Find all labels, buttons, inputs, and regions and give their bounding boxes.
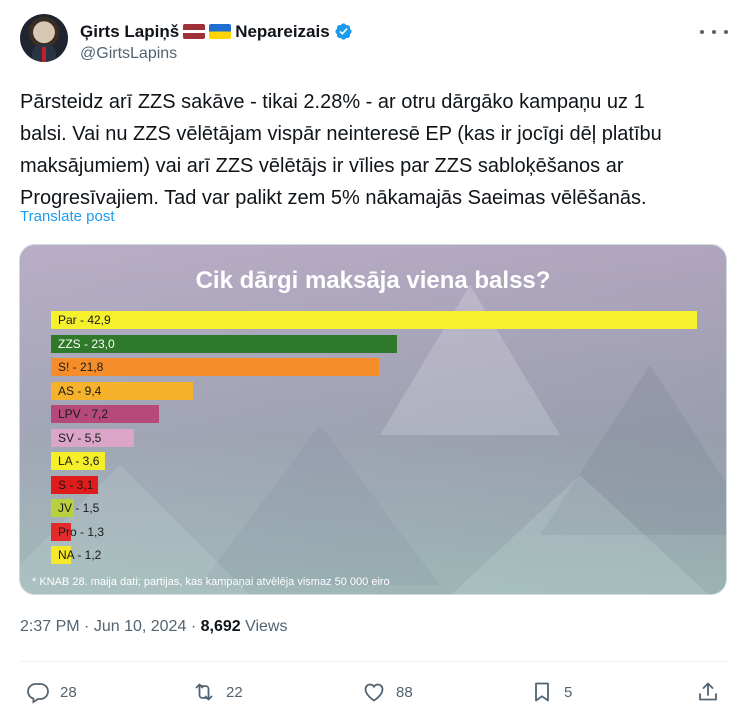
- like-icon: [364, 683, 384, 702]
- bar-as: AS - 9,4: [51, 381, 193, 400]
- bar-label: NA - 1,2: [58, 548, 102, 562]
- meta-separator: ·: [190, 618, 201, 635]
- bar-label: S - 3,1: [58, 477, 94, 492]
- meta-separator: ·: [84, 618, 94, 635]
- tweet-meta: 2:37 PM · Jun 10, 2024 · 8,692 Views: [20, 618, 287, 636]
- author-block: Ģirts Lapiņš Nepareizais @GirtsLapins: [80, 14, 353, 70]
- tweet-text: Pārsteidz arī ZZS sakāve - tikai 2.28% -…: [20, 91, 662, 209]
- author-tagline[interactable]: Nepareizais: [235, 22, 330, 42]
- action-bar: 28 22 88 5: [20, 674, 728, 710]
- bar-label: JV - 1,5: [58, 501, 100, 515]
- bar-label: AS - 9,4: [58, 383, 102, 398]
- like-count: 88: [396, 683, 413, 701]
- avatar[interactable]: [20, 14, 68, 62]
- author-handle[interactable]: @GirtsLapins: [80, 45, 353, 63]
- bar-label: Par - 42,9: [58, 313, 111, 327]
- bar-la: LA - 3,6: [51, 452, 106, 470]
- more-icon[interactable]: [700, 22, 728, 42]
- ukraine-flag-icon: [209, 24, 232, 39]
- divider: [20, 661, 728, 662]
- tweet-date[interactable]: Jun 10, 2024: [94, 618, 187, 635]
- bookmark-icon: [535, 682, 549, 702]
- bar-lpv: LPV - 7,2: [51, 405, 160, 423]
- bar-jv: JV - 1,5: [51, 499, 99, 517]
- bar-label: ZZS - 23,0: [58, 336, 115, 351]
- chart-image[interactable]: Cik dārgi maksāja viena balss? Par - 42,…: [19, 244, 727, 595]
- bar-na: NA - 1,2: [51, 546, 101, 564]
- translate-post-link[interactable]: Translate post: [20, 208, 115, 225]
- bar-label: S! - 21,8: [58, 360, 104, 374]
- repost-count: 22: [226, 683, 243, 701]
- repost-button[interactable]: 22: [192, 680, 243, 704]
- bookmark-button[interactable]: 5: [530, 680, 572, 704]
- bookmark-count: 5: [564, 683, 573, 701]
- share-icon: [699, 682, 717, 701]
- bar-s-excl: S! - 21,8: [51, 358, 380, 376]
- chart-title: Cik dārgi maksāja viena balss?: [195, 267, 551, 294]
- bar-par: Par - 42,9: [51, 311, 697, 329]
- views-label: Views: [245, 618, 288, 635]
- author-name[interactable]: Ģirts Lapiņš: [80, 22, 179, 42]
- bar-sv: SV - 5,5: [51, 428, 134, 447]
- verified-badge-icon[interactable]: [334, 22, 353, 41]
- tweet: Ģirts Lapiņš Nepareizais @GirtsLapins Pā…: [0, 0, 748, 720]
- tweet-time[interactable]: 2:37 PM: [20, 618, 80, 635]
- reply-button[interactable]: 28: [26, 680, 77, 704]
- chart-footnote: * KNAB 28. maija dati; partijas, kas kam…: [32, 576, 390, 588]
- reply-icon: [27, 683, 49, 704]
- tweet-header: Ģirts Lapiņš Nepareizais @GirtsLapins: [20, 14, 728, 70]
- bar-label: SV - 5,5: [58, 430, 102, 445]
- share-button[interactable]: [696, 680, 720, 704]
- author-name-row[interactable]: Ģirts Lapiņš Nepareizais: [80, 22, 353, 42]
- bar-zzs: ZZS - 23,0: [51, 334, 398, 353]
- repost-icon: [195, 683, 213, 701]
- latvia-flag-icon: [183, 24, 206, 39]
- reply-count: 28: [60, 683, 77, 701]
- like-button[interactable]: 88: [362, 680, 413, 704]
- views-count: 8,692: [200, 618, 241, 635]
- bar-s: S - 3,1: [51, 475, 98, 494]
- bar-label: LPV - 7,2: [58, 407, 109, 421]
- bar-label: Pro - 1,3: [58, 524, 105, 539]
- bar-pro: Pro - 1,3: [51, 522, 104, 541]
- bar-label: LA - 3,6: [58, 454, 100, 468]
